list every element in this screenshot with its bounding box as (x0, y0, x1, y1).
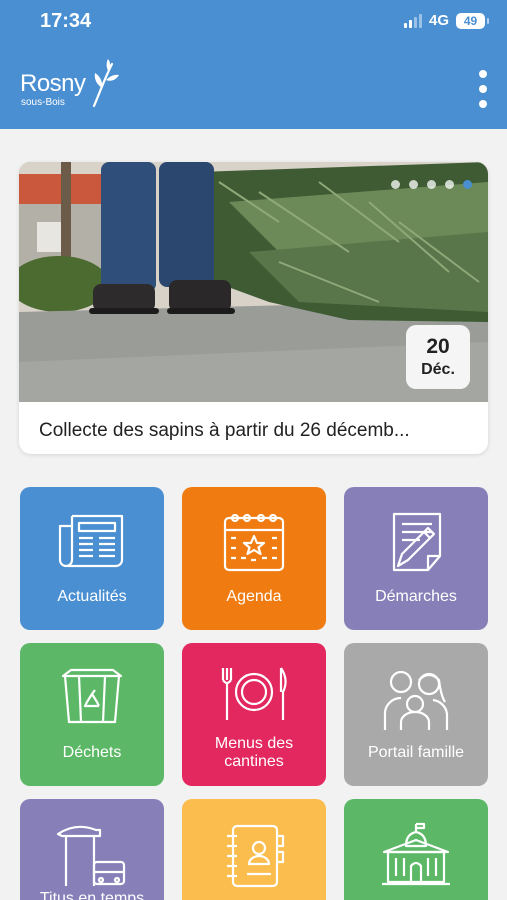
bus-stop-icon (56, 825, 126, 886)
carousel-dot[interactable] (445, 180, 454, 189)
menu-button[interactable] (477, 70, 489, 108)
news-carousel-card[interactable]: 20 Déc. Collecte des sapins à partir du … (19, 162, 488, 454)
newspaper-icon (58, 514, 124, 568)
town-hall-icon (382, 822, 450, 886)
network-type: 4G (428, 12, 449, 29)
rosny-logo[interactable]: Rosny sous-Bois (20, 59, 120, 114)
tile-label: Déchets (62, 744, 122, 761)
battery-icon: 49 (456, 12, 489, 29)
tile-label: Démarches (375, 588, 457, 605)
carousel-dots[interactable] (391, 180, 472, 189)
carousel-dot[interactable] (427, 180, 436, 189)
address-book-icon (227, 824, 285, 888)
status-time: 17:34 (40, 10, 92, 32)
tile-actualites[interactable]: Actualités (20, 487, 164, 630)
tile-portail-famille[interactable]: Portail famille (344, 643, 488, 786)
leaf-icon (92, 59, 119, 108)
logo-sub-text: sous-Bois (21, 97, 65, 108)
carousel-dot[interactable] (391, 180, 400, 189)
app-header: 17:34 4G 49 Rosny sous-Bois (0, 0, 507, 129)
news-title[interactable]: Collecte des sapins à partir du 26 décem… (39, 420, 469, 442)
tile-label: Portail famille (367, 744, 465, 761)
family-icon (383, 670, 449, 730)
tile-dechets[interactable]: Déchets (20, 643, 164, 786)
tile-titus[interactable]: Titus en temps (20, 799, 164, 900)
carousel-dot[interactable] (409, 180, 418, 189)
recycle-bin-icon (61, 668, 123, 724)
plate-cutlery-icon (221, 667, 287, 720)
tile-label: Titus en temps (39, 890, 145, 900)
date-day: 20 (426, 335, 450, 358)
tile-annuaire[interactable] (182, 799, 326, 900)
calendar-icon (223, 513, 285, 572)
tile-label: Menus des cantines (214, 735, 294, 770)
date-month: Déc. (421, 361, 455, 378)
status-indicators: 4G 49 (403, 12, 489, 29)
tile-menus-cantines[interactable]: Menus des cantines (182, 643, 326, 786)
tile-label: Actualités (57, 588, 127, 605)
tile-label: Agenda (226, 588, 282, 605)
tile-demarches[interactable]: Démarches (344, 487, 488, 630)
signal-icon (403, 13, 422, 28)
tile-mairie[interactable] (344, 799, 488, 900)
form-edit-icon (392, 512, 442, 572)
date-badge: 20 Déc. (406, 325, 470, 389)
tile-agenda[interactable]: Agenda (182, 487, 326, 630)
logo-main-text: Rosny (20, 70, 86, 97)
carousel-dot-active[interactable] (463, 180, 472, 189)
